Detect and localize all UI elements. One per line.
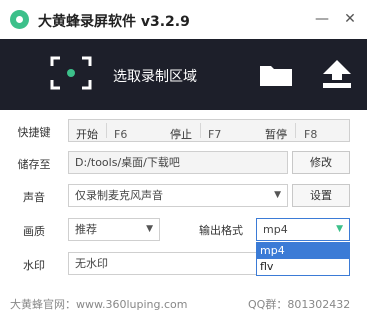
watermark-label: 水印 bbox=[23, 259, 45, 272]
hotkeys-field[interactable]: 开始 F6 停止 F7 暂停 F8 bbox=[68, 119, 350, 142]
qq-group-text: QQ群：801302432 bbox=[248, 298, 351, 311]
stop-hotkey-label: 停止 bbox=[170, 128, 192, 141]
minimize-button[interactable]: — bbox=[312, 9, 332, 29]
quality-selected-value: 推荐 bbox=[75, 223, 97, 236]
title-bar: 大黄蜂录屏软件 v3.2.9 — ✕ bbox=[0, 0, 367, 39]
audio-selected-value: 仅录制麦克风声音 bbox=[75, 189, 163, 202]
pause-hotkey-value[interactable]: F8 bbox=[304, 124, 317, 141]
output-format-selected-value: mp4 bbox=[263, 223, 288, 236]
watermark-selected-value: 无水印 bbox=[75, 257, 108, 270]
close-button[interactable]: ✕ bbox=[340, 9, 360, 29]
app-title: 大黄蜂录屏软件 v3.2.9 bbox=[38, 14, 190, 30]
output-format-dropdown-list: mp4 flv bbox=[256, 242, 350, 276]
output-format-select[interactable]: mp4 ▼ bbox=[256, 218, 350, 241]
app-logo-icon bbox=[10, 10, 29, 29]
audio-settings-button[interactable]: 设置 bbox=[292, 184, 350, 207]
footer: 大黄蜂官网：www.360luping.com QQ群：801302432 bbox=[0, 292, 367, 315]
start-hotkey-value[interactable]: F6 bbox=[114, 124, 127, 141]
chevron-down-icon: ▼ bbox=[146, 224, 153, 234]
chevron-down-icon: ▼ bbox=[274, 190, 281, 200]
chevron-down-icon: ▼ bbox=[336, 224, 343, 234]
save-path-label: 储存至 bbox=[17, 158, 51, 171]
save-path-field[interactable]: D:/tools/桌面/下载吧 bbox=[68, 151, 288, 174]
folder-icon[interactable] bbox=[259, 63, 293, 87]
hotkeys-label: 快捷键 bbox=[17, 126, 51, 139]
modify-path-button[interactable]: 修改 bbox=[292, 151, 350, 174]
stop-hotkey-value[interactable]: F7 bbox=[208, 124, 221, 141]
record-region-icon[interactable] bbox=[50, 56, 92, 90]
toolbar: 选取录制区域 bbox=[0, 39, 367, 110]
record-region-label[interactable]: 选取录制区域 bbox=[113, 66, 197, 86]
divider bbox=[295, 123, 296, 138]
upload-icon[interactable] bbox=[321, 59, 353, 89]
website-link[interactable]: 大黄蜂官网：www.360luping.com bbox=[10, 296, 187, 312]
dropdown-option-mp4[interactable]: mp4 bbox=[257, 243, 349, 259]
quality-label: 画质 bbox=[23, 225, 45, 238]
quality-select[interactable]: 推荐 ▼ bbox=[68, 218, 160, 241]
dropdown-option-flv[interactable]: flv bbox=[257, 259, 349, 275]
audio-select[interactable]: 仅录制麦克风声音 ▼ bbox=[68, 184, 288, 207]
output-format-label: 输出格式 bbox=[199, 224, 243, 237]
pause-hotkey-label: 暂停 bbox=[265, 128, 287, 141]
divider bbox=[200, 123, 201, 138]
divider bbox=[106, 123, 107, 138]
audio-label: 声音 bbox=[23, 191, 45, 204]
start-hotkey-label: 开始 bbox=[76, 128, 98, 141]
